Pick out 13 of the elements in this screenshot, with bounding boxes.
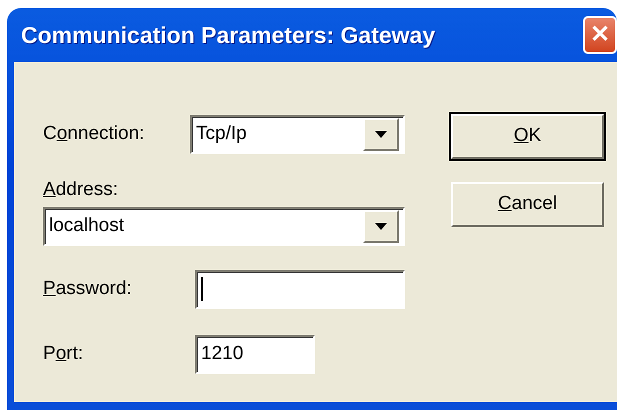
field-label: Address:	[43, 178, 119, 202]
input-field[interactable]	[195, 270, 405, 308]
dialog-button[interactable]: OK	[451, 114, 604, 159]
dropdown-arrow-icon[interactable]	[375, 222, 387, 230]
field-label: Password:	[43, 276, 133, 301]
dropdown-arrow-icon[interactable]	[375, 131, 387, 138]
dialog-button[interactable]: Cancel	[451, 182, 604, 227]
dropdown[interactable]: Tcp/Ip	[190, 115, 405, 154]
field-label: Port:	[43, 342, 84, 366]
field-label: Connection:	[43, 122, 146, 146]
dropdown[interactable]: localhost	[43, 206, 405, 246]
window-title: Communication Parameters: Gateway	[21, 20, 436, 50]
input-field[interactable]: 1210	[195, 334, 315, 374]
